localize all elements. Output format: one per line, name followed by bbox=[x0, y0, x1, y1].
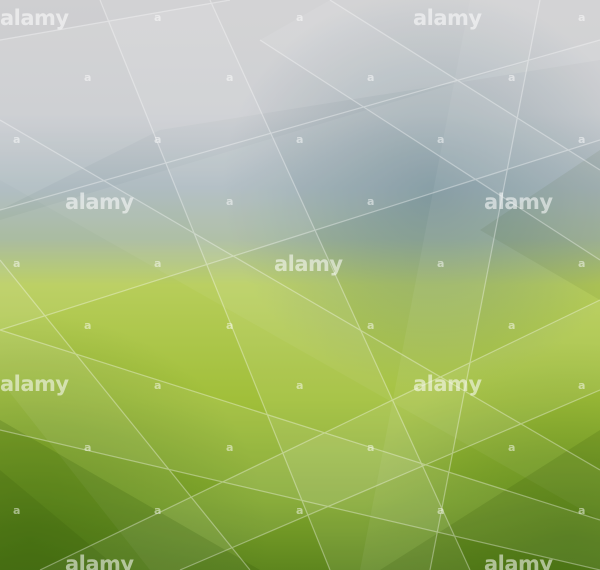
polygon-gradient-artwork bbox=[0, 0, 600, 570]
abstract-background-image: alamy alamy alamy alamy alamy alamy alam… bbox=[0, 0, 600, 570]
